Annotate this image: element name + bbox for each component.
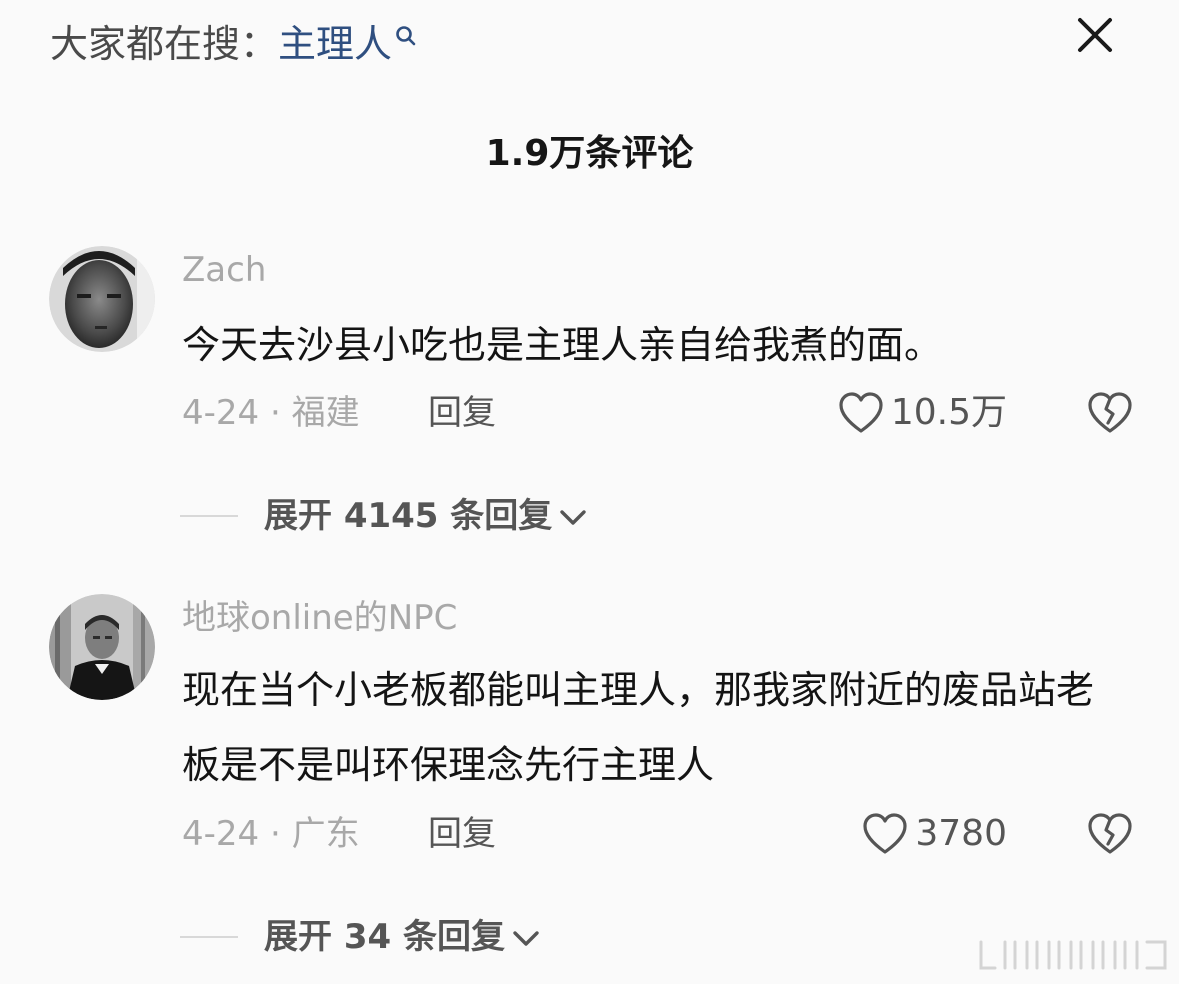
like-count: 10.5万 xyxy=(890,392,1007,433)
like-count: 3780 xyxy=(915,813,1007,854)
comment-username[interactable]: Zach xyxy=(182,248,266,292)
comment-count-title: 1.9万条评论 xyxy=(485,133,694,174)
expand-replies-button[interactable]: 展开 34 条回复 xyxy=(180,910,541,964)
heart-icon xyxy=(863,813,907,854)
broken-heart-icon[interactable] xyxy=(1086,811,1134,857)
reply-button[interactable]: 回复 xyxy=(428,809,496,859)
close-icon[interactable] xyxy=(1072,12,1118,58)
broken-heart-icon[interactable] xyxy=(1086,390,1134,436)
search-suggestion-prefix: 大家都在搜： xyxy=(50,22,279,66)
search-suggestion-term[interactable]: 主理人 xyxy=(278,14,392,74)
avatar[interactable] xyxy=(49,246,155,352)
heart-icon xyxy=(839,392,883,433)
expand-replies-label: 展开 34 条回复 xyxy=(264,917,505,957)
watermark-logo xyxy=(979,940,1167,970)
like-button[interactable]: 10.5万 xyxy=(837,388,1007,438)
comment-date-location: 4-24 · 福建 xyxy=(182,393,360,433)
divider-line xyxy=(180,936,238,938)
expand-replies-label: 展开 4145 条回复 xyxy=(264,496,553,536)
avatar[interactable] xyxy=(49,594,155,700)
comment-text: 现在当个小老板都能叫主理人，那我家附近的废品站老板是不是叫环保理念先行主理人 xyxy=(182,668,1095,787)
chevron-down-icon xyxy=(560,510,587,525)
comment-date-location: 4-24 · 广东 xyxy=(182,814,360,854)
divider-line xyxy=(180,515,238,517)
comment-text: 今天去沙县小吃也是主理人亲自给我煮的面。 xyxy=(182,323,943,367)
like-button[interactable]: 3780 xyxy=(861,809,1007,859)
comment-meta: 4-24 · 福建 回复 10.5万 xyxy=(182,388,1142,438)
search-icon xyxy=(396,26,416,46)
expand-replies-button[interactable]: 展开 4145 条回复 xyxy=(180,489,588,543)
comment-meta: 4-24 · 广东 回复 3780 xyxy=(182,809,1142,859)
chevron-down-icon xyxy=(513,931,539,946)
comment-username[interactable]: 地球online的NPC xyxy=(182,596,457,640)
reply-button[interactable]: 回复 xyxy=(428,388,496,438)
search-suggestion[interactable]: 大家都在搜： 主理人 xyxy=(50,14,420,74)
